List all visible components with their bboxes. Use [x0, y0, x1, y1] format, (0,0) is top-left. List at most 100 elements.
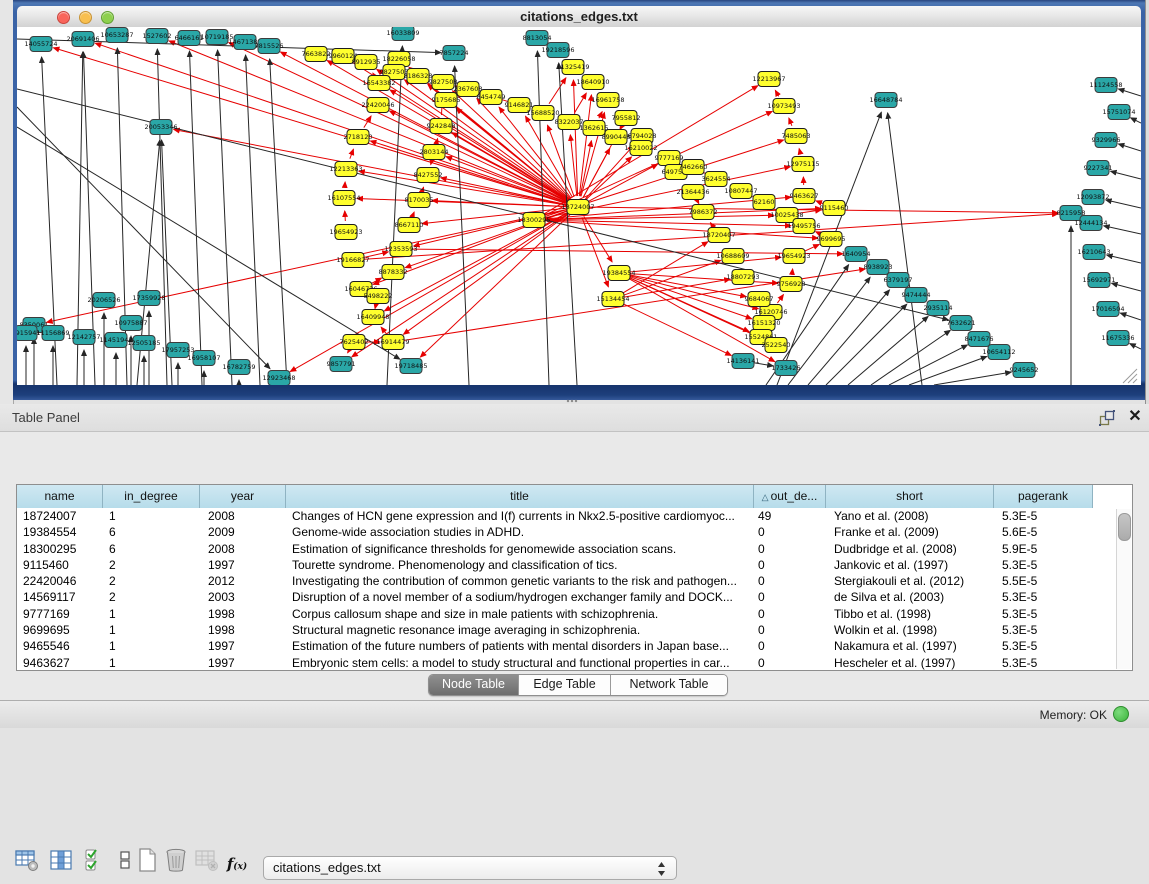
cell-pagerank[interactable]: 5.6E-5: [994, 524, 1093, 540]
cell-short[interactable]: Stergiakouli et al. (2012): [826, 573, 994, 589]
cell-pagerank[interactable]: 5.5E-5: [994, 573, 1093, 589]
scrollbar-thumb[interactable]: [1118, 513, 1131, 541]
graph-node[interactable]: 10973493: [767, 99, 800, 114]
graph-node[interactable]: 2935114: [924, 301, 953, 316]
column-header-year[interactable]: year: [200, 485, 286, 508]
graph-node[interactable]: 16782759: [222, 360, 255, 375]
graph-edge[interactable]: [381, 327, 386, 333]
graph-edge[interactable]: [290, 212, 568, 371]
graph-node[interactable]: 12142757: [67, 330, 100, 345]
graph-node[interactable]: 9463627: [790, 189, 819, 204]
cell-in-degree[interactable]: 1: [103, 638, 200, 654]
cell-out-de-[interactable]: 49: [754, 508, 826, 524]
graph-edge[interactable]: [573, 80, 577, 196]
graph-node[interactable]: 3624554: [702, 172, 731, 187]
graph-edge[interactable]: [1104, 226, 1141, 234]
graph-edge[interactable]: [777, 295, 783, 303]
graph-node[interactable]: 12213363: [329, 162, 362, 177]
cell-year[interactable]: 2008: [200, 508, 286, 524]
graph-node[interactable]: 8938923: [864, 260, 893, 275]
graph-edge[interactable]: [348, 351, 349, 352]
graph-node[interactable]: 15751074: [1102, 105, 1135, 120]
graph-node[interactable]: 19718485: [394, 359, 427, 374]
cell-title[interactable]: Disruption of a novel member of a sodium…: [286, 589, 754, 605]
graph-edge[interactable]: [775, 90, 778, 96]
graph-edge[interactable]: [599, 112, 602, 119]
cell-short[interactable]: Dudbridge et al. (2008): [826, 541, 994, 557]
tab-node-table[interactable]: Node Table: [429, 675, 519, 695]
cell-short[interactable]: Tibbo et al. (1998): [826, 606, 994, 622]
table-row[interactable]: 1456911722003Disruption of a novel membe…: [17, 589, 1132, 605]
graph-node[interactable]: 5498222: [364, 289, 393, 304]
graph-node[interactable]: 16033809: [386, 27, 419, 41]
graph-node[interactable]: 7462660: [679, 160, 708, 175]
graph-node[interactable]: 9329966: [1092, 133, 1121, 148]
cell-name[interactable]: 9465546: [17, 638, 103, 654]
graph-node[interactable]: 7955812: [612, 111, 641, 126]
function-builder-icon[interactable]: f(x): [224, 850, 250, 878]
graph-node[interactable]: 14055724: [24, 37, 57, 52]
cell-short[interactable]: Jankovic et al. (1997): [826, 557, 994, 573]
new-file-icon[interactable]: [134, 846, 160, 874]
column-header-name[interactable]: name: [17, 485, 103, 508]
graph-edge[interactable]: [413, 212, 414, 215]
vertical-scrollbar[interactable]: [1116, 509, 1131, 669]
graph-node[interactable]: 1527602: [143, 29, 172, 44]
graph-edge[interactable]: [1130, 344, 1141, 349]
graph-node[interactable]: 9242848: [427, 119, 456, 134]
table-row[interactable]: 2242004622012Investigating the contribut…: [17, 573, 1132, 589]
cell-short[interactable]: Nakamura et al. (1997): [826, 638, 994, 654]
cell-out-de-[interactable]: 0: [754, 541, 826, 557]
graph-node[interactable]: 6466161: [175, 31, 204, 46]
cell-short[interactable]: Franke et al. (2009): [826, 524, 994, 540]
graph-node[interactable]: 2803144: [420, 145, 449, 160]
cell-in-degree[interactable]: 1: [103, 622, 200, 638]
table-selector-dropdown[interactable]: citations_edges.txt: [263, 856, 677, 880]
cell-year[interactable]: 1998: [200, 606, 286, 622]
cell-year[interactable]: 2003: [200, 589, 286, 605]
graph-edge[interactable]: [888, 113, 922, 385]
cell-title[interactable]: Tourette syndrome. Phenomenology and cla…: [286, 557, 754, 573]
graph-node[interactable]: 21364436: [676, 185, 709, 200]
graph-node[interactable]: 11124558: [1089, 78, 1122, 93]
table-row[interactable]: 969969511998Structural magnetic resonanc…: [17, 622, 1132, 638]
graph-node[interactable]: 6379197: [884, 273, 913, 288]
cell-title[interactable]: Structural magnetic resonance image aver…: [286, 622, 754, 638]
graph-edge[interactable]: [446, 157, 568, 203]
graph-node[interactable]: 7815526: [255, 39, 284, 54]
cell-in-degree[interactable]: 1: [103, 508, 200, 524]
graph-node[interactable]: 18640910: [576, 75, 609, 90]
graph-edge[interactable]: [808, 290, 890, 385]
column-header-pagerank[interactable]: pagerank: [994, 485, 1093, 508]
cell-name[interactable]: 18724007: [17, 508, 103, 524]
graph-node[interactable]: 16409948: [356, 310, 389, 325]
graph-edge[interactable]: [1111, 171, 1141, 179]
cell-short[interactable]: de Silva et al. (2003): [826, 589, 994, 605]
graph-node[interactable]: 9115460: [820, 201, 849, 216]
graph-node[interactable]: 7625402: [340, 335, 369, 350]
graph-node[interactable]: 16210643: [1077, 245, 1110, 260]
cell-pagerank[interactable]: 5.3E-5: [994, 622, 1093, 638]
graph-edge[interactable]: [804, 244, 819, 251]
network-graph[interactable]: 1405572420691406106532871527602646616110…: [17, 27, 1141, 385]
cell-pagerank[interactable]: 5.3E-5: [994, 655, 1093, 670]
cell-pagerank[interactable]: 5.3E-5: [994, 638, 1093, 654]
graph-edge[interactable]: [452, 133, 568, 202]
graph-node[interactable]: 11675336: [1101, 331, 1134, 346]
cell-out-de-[interactable]: 0: [754, 589, 826, 605]
graph-node[interactable]: 8990448: [602, 130, 631, 145]
cell-out-de-[interactable]: 0: [754, 524, 826, 540]
cell-year[interactable]: 1997: [200, 638, 286, 654]
cell-in-degree[interactable]: 6: [103, 524, 200, 540]
graph-node[interactable]: 12975115: [786, 157, 819, 172]
graph-node[interactable]: 17016504: [1091, 302, 1124, 317]
tab-network-table[interactable]: Network Table: [611, 675, 727, 695]
select-columns-icon[interactable]: [82, 846, 108, 874]
graph-node[interactable]: 12213967: [752, 72, 785, 87]
cell-title[interactable]: Genome-wide association studies in ADHD.: [286, 524, 754, 540]
float-panel-icon[interactable]: [1098, 409, 1116, 427]
graph-edge[interactable]: [375, 306, 376, 308]
graph-edge[interactable]: [698, 202, 699, 203]
cell-year[interactable]: 2012: [200, 573, 286, 589]
cell-out-de-[interactable]: 0: [754, 573, 826, 589]
